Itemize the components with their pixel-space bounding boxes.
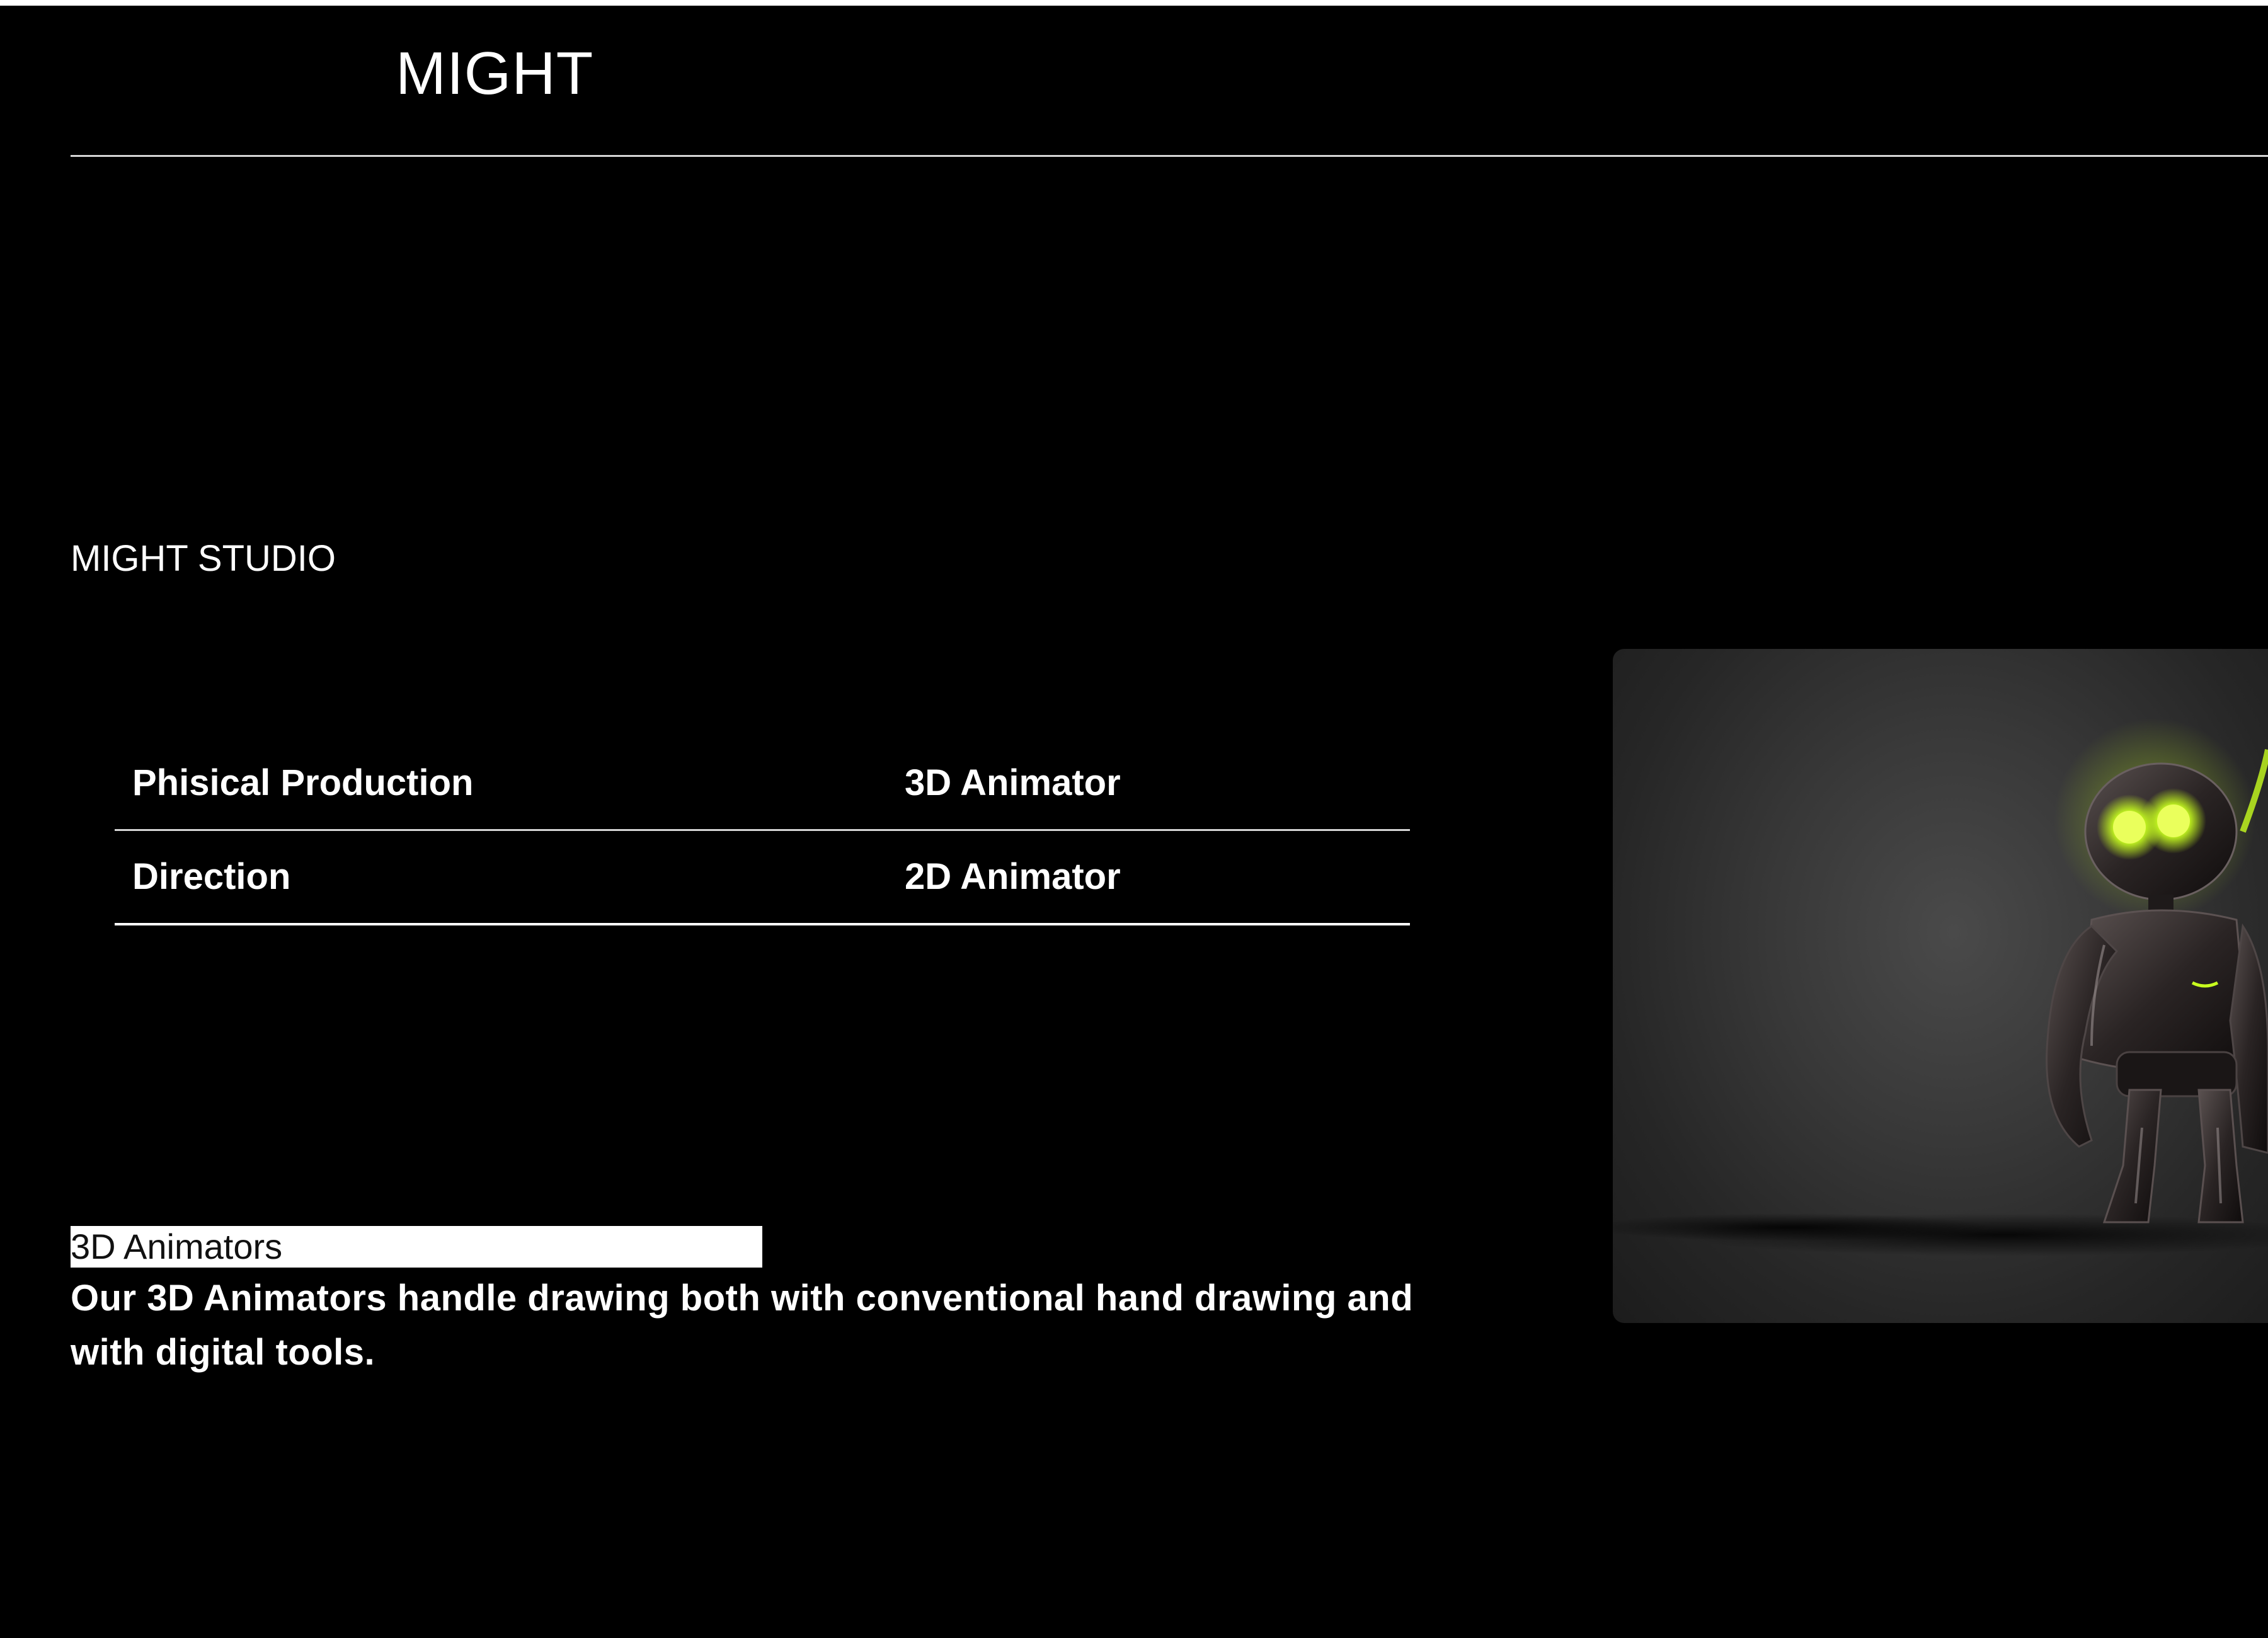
robot-illustration [1613, 718, 2268, 1256]
site-header: MIGHT [0, 6, 2268, 156]
role-cell: Direction [132, 856, 291, 897]
brand-logo-text[interactable]: MIGHT [396, 43, 593, 104]
section-title-highlight: 3D Animators [71, 1226, 762, 1268]
header-divider [71, 155, 2268, 157]
role-cell: 2D Animator [905, 856, 1121, 897]
roles-row: Direction 2D Animator [115, 831, 1410, 925]
studio-heading: MIGHT STUDIO [71, 538, 336, 579]
section-description: Our 3D Animators handle drawing both wit… [71, 1278, 1414, 1373]
top-edge-strip [0, 0, 2268, 6]
section-title: 3D Animators [71, 1227, 283, 1266]
robot-character-render [1613, 649, 2268, 1323]
roles-table: Phisical Production 3D Animator Directio… [115, 737, 1410, 925]
role-cell: 3D Animator [905, 762, 1121, 803]
roles-row: Phisical Production 3D Animator [115, 737, 1410, 831]
role-cell: Phisical Production [132, 762, 474, 803]
